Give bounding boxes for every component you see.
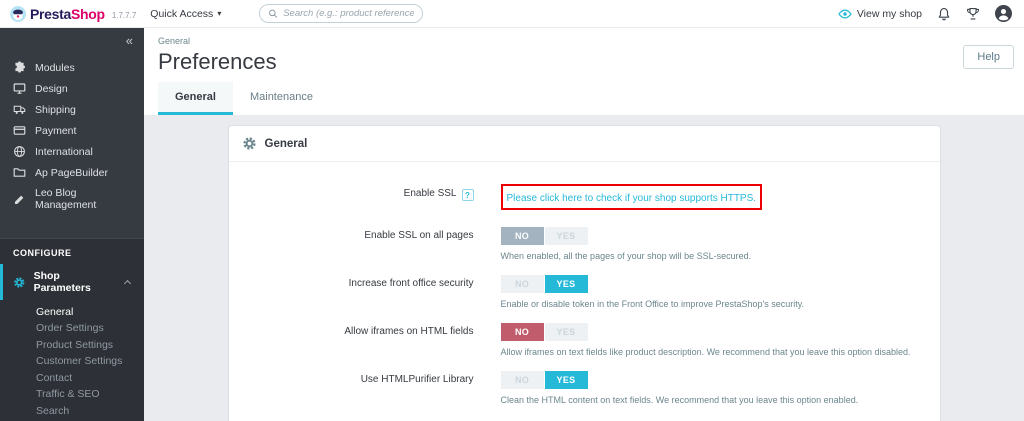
toggle-no-option[interactable]: NO [500,227,544,245]
sidebar-item-shipping[interactable]: Shipping [0,99,144,120]
form-row-htmlpurifier: Use HTMLPurifier Library NO YES Clean th… [249,370,920,406]
puzzle-icon [15,61,26,73]
tab-bar: General Maintenance [144,82,1024,115]
search-input[interactable] [283,8,415,19]
submenu-item-search[interactable]: Search [36,403,144,420]
toggle-htmlpurifier: NO YES [500,371,588,390]
toggle-yes-option[interactable]: YES [544,371,588,390]
field-label: Use HTMLPurifier Library [360,374,474,386]
configure-section: CONFIGURE Shop Parameters General Order … [0,238,144,421]
annotation-highlight-box: Please click here to check if your shop … [500,184,763,210]
brand-name: PrestaShop [30,5,105,22]
help-button[interactable]: Help [963,45,1014,69]
field-help-text: When enabled, all the pages of your shop… [500,251,752,261]
content-area: General Enable SSL? Please click here to… [144,115,1024,421]
gear-icon [242,137,256,150]
gear-icon [14,276,25,288]
view-my-shop-link[interactable]: View my shop [838,7,922,21]
submenu-item-contact[interactable]: Contact [36,370,144,387]
help-tooltip-icon[interactable]: ? [461,189,474,201]
field-control: NO YES When enabled, all the pages of yo… [500,226,920,262]
tab-general[interactable]: General [158,82,233,115]
tab-maintenance[interactable]: Maintenance [233,82,330,115]
field-help-text: Allow iframes on text fields like produc… [500,347,911,358]
chevron-up-icon [124,280,132,287]
search-icon [269,9,278,18]
pencil-icon [15,195,24,204]
sidebar-collapse-button[interactable]: « [0,28,144,48]
field-control: Please click here to check if your shop … [500,184,920,210]
prestashop-mascot-icon [10,5,26,22]
configure-heading: CONFIGURE [13,248,72,258]
toggle-no-option[interactable]: NO [500,275,544,294]
form-row-front-office-security: Increase front office security NO YES En… [249,274,920,310]
global-search[interactable] [259,4,424,23]
field-control: NO YES Clean the HTML content on text fi… [500,370,920,406]
toggle-yes-option[interactable]: YES [544,323,588,342]
field-label: Allow iframes on HTML fields [344,326,474,338]
sidebar-item-shop-parameters[interactable]: Shop Parameters [0,264,144,300]
field-label: Enable SSL on all pages [364,230,474,241]
sidebar-item-leo-blog-management[interactable]: Leo Blog Management [0,183,144,215]
truck-icon [13,105,26,114]
ssl-check-link[interactable]: Please click here to check if your shop … [507,193,757,204]
prestashop-admin: PrestaShop 1.7.7.7 Quick Access ▾ View m… [0,0,1024,421]
trophy-icon[interactable] [966,7,980,21]
submenu-item-traffic-seo[interactable]: Traffic & SEO [36,387,144,404]
toggle-allow-iframes: NO YES [500,323,588,342]
sidebar-menu: Modules Design Shipping Payment Internat… [0,48,144,215]
main-area: General Preferences Help General Mainten… [144,28,1024,421]
sidebar-item-international[interactable]: International [0,141,144,162]
sidebar-item-design[interactable]: Design [0,78,144,99]
sidebar-item-ap-pagebuilder[interactable]: Ap PageBuilder [0,162,144,183]
breadcrumb: General [158,36,191,46]
page-title: Preferences [158,49,277,74]
quick-access-menu[interactable]: Quick Access ▾ [150,8,221,20]
sidebar: « Modules Design Shipping Payment Intern… [0,28,144,421]
toggle-no-option[interactable]: NO [500,371,544,390]
notifications-bell-icon[interactable] [937,7,951,21]
field-control: NO YES Enable or disable token in the Fr… [500,274,920,310]
field-help-text: Enable or disable token in the Front Off… [500,299,805,310]
prestashop-logo[interactable]: PrestaShop 1.7.7.7 [0,5,137,22]
toggle-no-option[interactable]: NO [500,323,544,342]
account-avatar-icon[interactable] [995,5,1012,22]
panel-body: Enable SSL? Please click here to check i… [229,162,940,421]
form-row-allow-iframes: Allow iframes on HTML fields NO YES Allo… [249,322,920,358]
submenu-item-general[interactable]: General [36,304,144,321]
credit-card-icon [13,126,26,135]
toggle-yes-option[interactable]: YES [544,275,588,294]
eye-icon [838,9,852,18]
folder-icon [13,168,26,177]
page-header: General Preferences Help [144,28,1024,82]
toggle-front-office-security: NO YES [500,275,588,294]
toggle-ssl-all-pages: NO YES [500,227,588,245]
toggle-yes-option[interactable]: YES [544,227,588,245]
field-label: Enable SSL? [249,184,474,210]
submenu-item-order-settings[interactable]: Order Settings [36,321,144,338]
submenu-item-customer-settings[interactable]: Customer Settings [36,354,144,371]
panel-title: General [264,137,308,150]
sidebar-item-modules[interactable]: Modules [0,57,144,78]
panel-header: General [228,126,940,162]
version-label: 1.7.7.7 [111,10,137,20]
form-row-enable-ssl: Enable SSL? Please click here to check i… [249,184,920,210]
form-row-ssl-all-pages: Enable SSL on all pages NO YES When enab… [249,226,920,262]
field-label: Increase front office security [348,278,474,290]
shop-parameters-submenu: General Order Settings Product Settings … [0,300,144,421]
topbar: PrestaShop 1.7.7.7 Quick Access ▾ View m… [0,0,1024,28]
field-control: NO YES Allow iframes on text fields like… [500,322,920,358]
globe-icon [14,146,25,157]
general-settings-panel: General Enable SSL? Please click here to… [227,125,941,421]
topbar-right: View my shop [838,5,1024,22]
sidebar-item-payment[interactable]: Payment [0,120,144,141]
submenu-item-product-settings[interactable]: Product Settings [36,337,144,354]
field-help-text: Clean the HTML content on text fields. W… [500,395,859,406]
monitor-icon [13,83,26,94]
caret-down-icon: ▾ [217,9,222,18]
